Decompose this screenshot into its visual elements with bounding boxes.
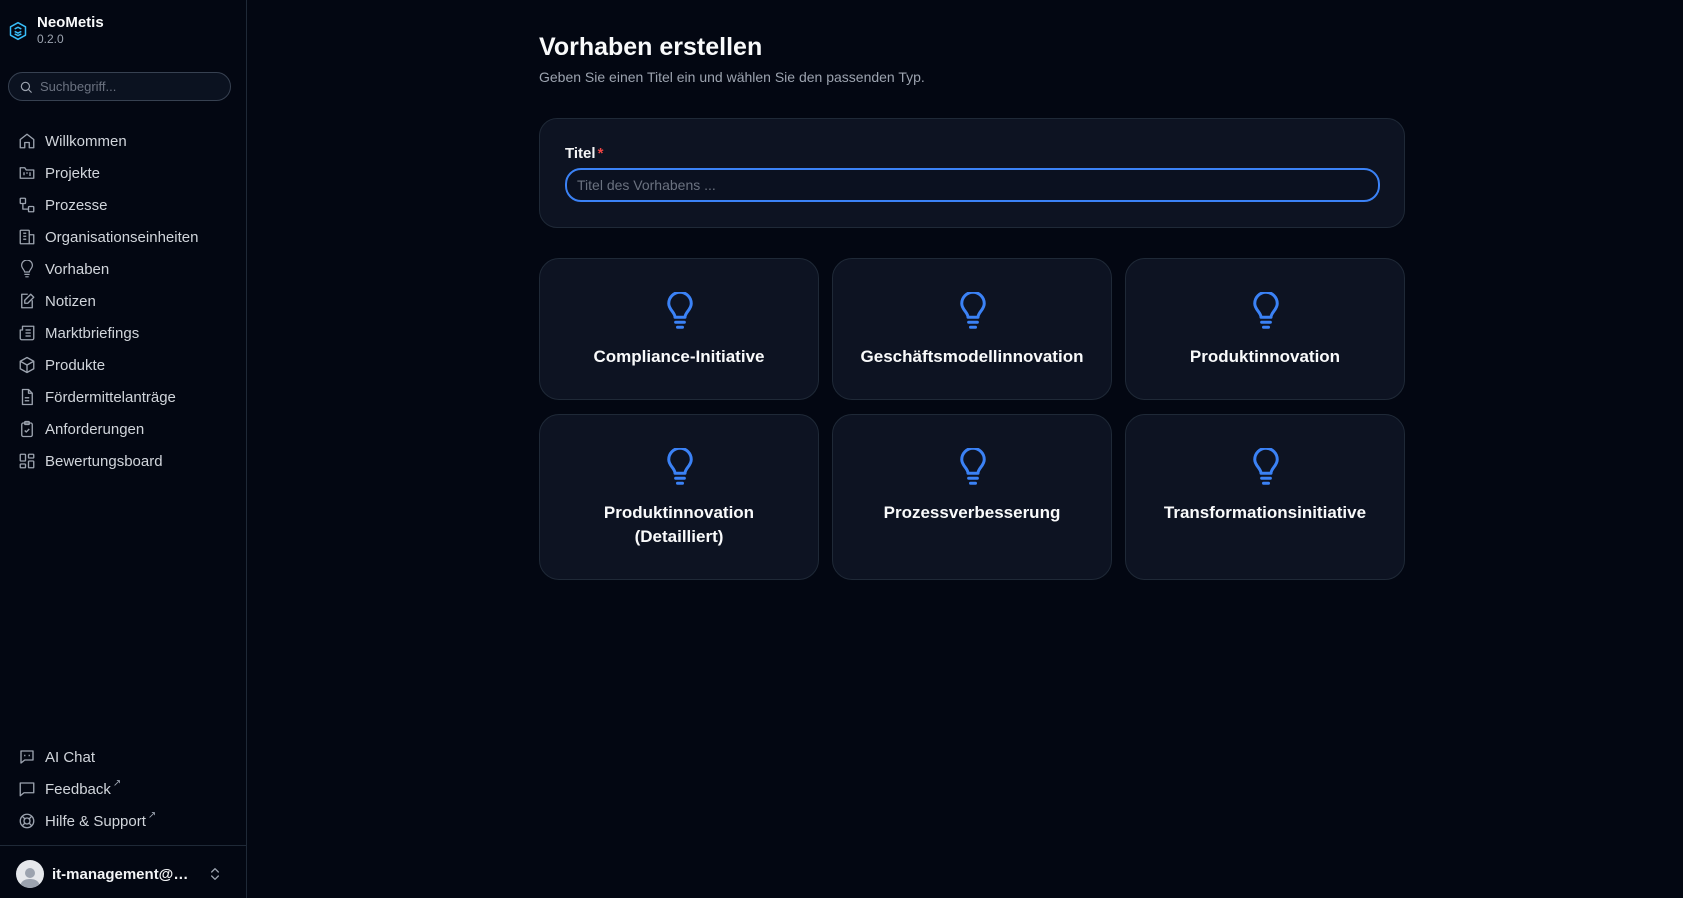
sidebar-item-label: Organisationseinheiten [45,228,199,246]
title-form-card: Titel * [539,118,1405,228]
sidebar-item-notizen[interactable]: Notizen [0,285,247,317]
type-card-label: Geschäftsmodellinnovation [860,347,1084,366]
lightbulb-icon [958,292,988,330]
sidebar-item-label: Hilfe & Support [45,812,146,830]
type-card-label: Prozessverbesserung [883,503,1061,522]
lightbulb-icon [21,260,33,278]
app-name: NeoMetis [37,14,104,31]
notebook-pen-icon [21,293,35,309]
page-title: Vorhaben erstellen [539,33,763,61]
building-icon [19,229,35,245]
brand[interactable]: NeoMetis 0.2.0 [8,14,104,47]
workflow-icon [19,197,35,213]
app-version: 0.2.0 [37,32,64,46]
type-card-prozessverbesserung[interactable]: Prozessverbesserung [832,414,1112,580]
clipboard-check-icon [21,420,33,438]
lightbulb-icon [665,448,695,486]
lightbulb-icon [1251,448,1281,486]
search-input[interactable] [40,79,220,94]
page-subtitle: Geben Sie einen Titel ein und wählen Sie… [539,69,925,85]
user-icon [20,868,40,888]
sidebar-item-label: Vorhaben [45,260,110,278]
sidebar-item-marktbriefings[interactable]: Marktbriefings [0,317,247,349]
sidebar-item-label: Prozesse [45,196,108,214]
title-label-text: Titel [565,145,596,162]
user-name: it-management@oly... [52,865,197,883]
search-box[interactable] [8,72,231,101]
bot-message-icon [20,750,34,764]
title-input[interactable] [565,168,1380,202]
sidebar-item-bewertungsboard[interactable]: Bewertungsboard [0,445,247,477]
sidebar-item-feedback[interactable]: Feedback ↗ [0,773,247,805]
home-icon [19,133,35,149]
external-link-icon: ↗ [147,809,157,821]
sidebar-item-label: Produkte [45,356,106,374]
search-icon [20,81,32,93]
external-link-icon: ↗ [112,777,122,789]
sidebar-item-organisationseinheiten[interactable]: Organisationseinheiten [0,221,247,253]
type-card-produktinnovation-detailliert[interactable]: Produktinnovation (Detailliert) [539,414,819,580]
chevrons-up-down-icon [211,868,219,880]
sidebar-item-label: Fördermittelanträge [45,388,176,406]
neometis-logo-icon [9,21,27,41]
sidebar-item-prozesse[interactable]: Prozesse [0,189,247,221]
lightbulb-icon [1251,292,1281,330]
lightbulb-icon [958,448,988,486]
life-buoy-icon [19,813,35,829]
type-card-geschaeftsmodellinnovation[interactable]: Geschäftsmodellinnovation [832,258,1112,400]
avatar [16,860,44,888]
type-card-produktinnovation[interactable]: Produktinnovation [1125,258,1405,400]
newspaper-icon [19,325,35,341]
sidebar-item-label: Projekte [45,164,101,182]
type-card-transformationsinitiative[interactable]: Transformationsinitiative [1125,414,1405,580]
type-card-label: Compliance-Initiative [593,347,765,366]
folder-kanban-icon [19,167,35,179]
sidebar-item-label: Bewertungsboard [45,452,163,470]
lightbulb-icon [665,292,695,330]
layout-dashboard-icon [19,453,35,469]
type-card-label: Produktinnovation (Detailliert) [603,503,755,546]
sidebar-item-label: Anforderungen [45,420,145,438]
sidebar-item-vorhaben[interactable]: Vorhaben [0,253,247,285]
sidebar: NeoMetis 0.2.0 Willkommen Projekte Proze… [0,0,247,898]
sidebar-item-label: Marktbriefings [45,324,140,342]
divider [0,845,247,846]
message-square-icon [19,782,35,797]
file-text-icon [21,388,33,406]
sidebar-item-label: Notizen [45,292,96,310]
sidebar-item-hilfe-support[interactable]: Hilfe & Support ↗ [0,805,247,837]
sidebar-item-foerdermittelantraege[interactable]: Fördermittelanträge [0,381,247,413]
sidebar-item-ai-chat[interactable]: AI Chat [0,741,247,773]
sidebar-item-willkommen[interactable]: Willkommen [0,125,247,157]
sidebar-item-label: Feedback [45,780,111,798]
sidebar-item-projekte[interactable]: Projekte [0,157,247,189]
sidebar-item-anforderungen[interactable]: Anforderungen [0,413,247,445]
sidebar-bottom-nav: AI Chat Feedback ↗ Hilfe & Support ↗ [0,741,247,837]
type-card-compliance-initiative[interactable]: Compliance-Initiative [539,258,819,400]
package-icon [19,356,35,374]
sidebar-nav: Willkommen Projekte Prozesse Organisatio… [0,125,247,477]
sidebar-item-label: Willkommen [45,132,127,150]
required-marker: * [597,145,604,162]
sidebar-item-label: AI Chat [45,748,96,766]
sidebar-item-produkte[interactable]: Produkte [0,349,247,381]
user-menu[interactable]: it-management@oly... [16,860,226,888]
title-label: Titel * [565,145,603,162]
type-card-label: Produktinnovation [1189,347,1341,366]
type-card-label: Transformationsinitiative [1163,503,1367,522]
